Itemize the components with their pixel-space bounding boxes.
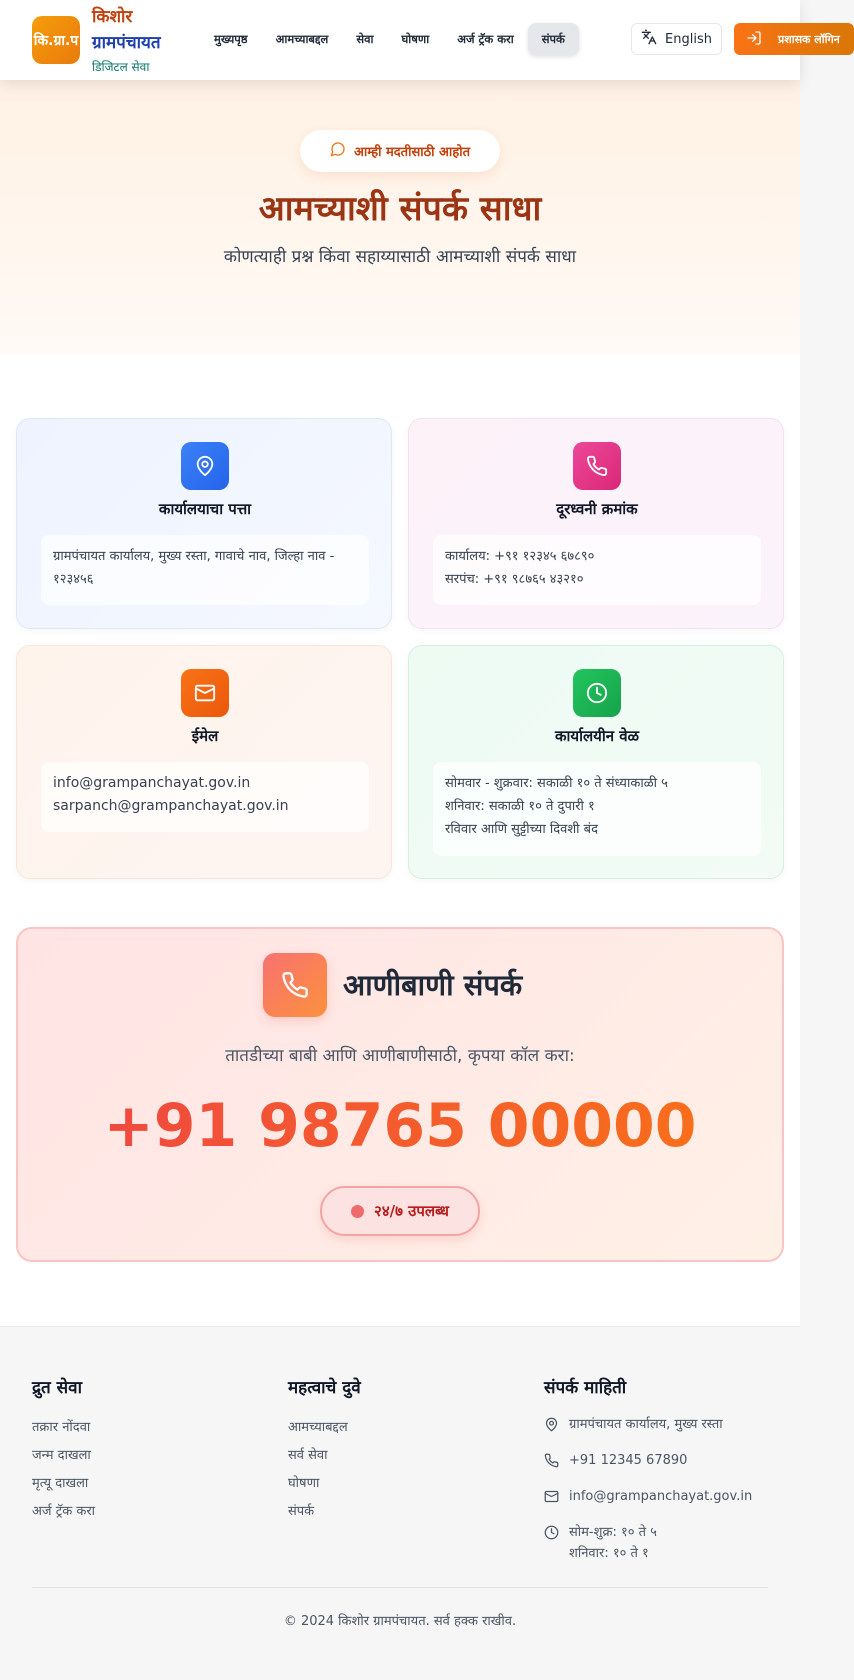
sarpanch-phone[interactable]: सरपंच: +९१ ९८७६५ ४३२१० [445,568,749,591]
phone-icon [573,442,621,490]
phone-card: दूरध्वनी क्रमांक कार्यालय: +९१ १२३४५ ६७८… [408,418,784,629]
site-footer: द्रुत सेवा तक्रार नोंदवा जन्म दाखला मृत्… [0,1326,800,1680]
availability-label: २४/७ उपलब्ध [374,1202,449,1220]
nav-item-about[interactable]: आमच्याबद्दल [262,23,343,55]
sarpanch-email[interactable]: sarpanch@grampanchayat.gov.in [53,795,357,818]
footer-quick-services: द्रुत सेवा तक्रार नोंदवा जन्म दाखला मृत्… [32,1375,95,1526]
email-card-title: ईमेल [191,727,219,745]
hours-line: सोमवार - शुक्रवार: सकाळी १० ते संध्याकाळ… [445,776,668,791]
footer-link-track-application[interactable]: अर्ज ट्रॅक करा [32,1498,95,1526]
brand-subtitle: डिजिटल सेवा [92,60,150,74]
address-card-body: ग्रामपंचायत कार्यालय, मुख्य रस्ता, गावाच… [41,535,369,605]
footer-phone-text[interactable]: +91 12345 67890 [569,1450,687,1471]
hours-line: रविवार आणि सुट्टीच्या दिवशी बंद [445,822,599,837]
availability-badge: २४/७ उपलब्ध [320,1186,480,1236]
mail-icon [181,669,229,717]
clock-icon [573,669,621,717]
office-hours-card-title: कार्यालयीन वेळ [554,727,640,745]
address-line: १२३४५६ [53,572,94,587]
emergency-phone-number[interactable]: +91 98765 00000 [18,1091,782,1161]
footer-link-file-complaint[interactable]: तक्रार नोंदवा [32,1414,95,1442]
hero-section: आम्ही मदतीसाठी आहोत आमच्याशी संपर्क साधा… [0,80,800,354]
map-pin-icon [544,1414,559,1439]
nav-item-services[interactable]: सेवा [342,23,387,55]
footer-address: ग्रामपंचायत कार्यालय, मुख्य रस्ता [544,1414,784,1439]
footer-link-birth-certificate[interactable]: जन्म दाखला [32,1442,95,1470]
logo-text: कि.ग्रा.प [33,32,79,49]
footer-link-about[interactable]: आमच्याबद्दल [288,1414,361,1442]
map-pin-icon [181,442,229,490]
page: कि.ग्रा.प किशोर ग्रामपंचायत डिजिटल सेवा … [0,0,854,1680]
footer-hours-text: सोम-शुक्र: १० ते ५ शनिवार: १० ते १ [569,1522,657,1564]
mail-icon [544,1486,559,1511]
brand-name[interactable]: किशोर ग्रामपंचायत [92,4,192,56]
page-subtitle: कोणत्याही प्रश्न किंवा सहाय्यासाठी आमच्य… [223,247,577,267]
footer-link-death-certificate[interactable]: मृत्यू दाखला [32,1470,95,1498]
phone-card-body: कार्यालय: +९१ १२३४५ ६७८९० सरपंच: +९१ ९८७… [433,535,761,605]
address-line: ग्रामपंचायत कार्यालय, मुख्य रस्ता, गावाच… [53,549,335,564]
status-dot-icon [351,1204,365,1218]
admin-login-button[interactable]: प्रशासक लॉगिन [734,23,854,55]
footer-hours-saturday: शनिवार: १० ते १ [569,1546,649,1561]
phone-icon [263,953,327,1017]
footer-address-text: ग्रामपंचायत कार्यालय, मुख्य रस्ता [569,1417,723,1432]
emergency-contact-section: आणीबाणी संपर्क तातडीच्या बाबी आणि आणीबाण… [16,927,784,1262]
language-toggle-button[interactable]: English [631,23,722,55]
footer-heading: संपर्क माहिती [544,1378,627,1398]
footer-contact-info: संपर्क माहिती ग्रामपंचायत कार्यालय, मुख्… [544,1375,784,1575]
clock-icon [544,1522,559,1547]
address-card-title: कार्यालयाचा पत्ता [158,500,252,518]
office-phone[interactable]: कार्यालय: +९१ १२३४५ ६७८९० [445,545,749,568]
office-hours-card: कार्यालयीन वेळ सोमवार - शुक्रवार: सकाळी … [408,645,784,879]
footer-important-links: महत्वाचे दुवे आमच्याबद्दल सर्व सेवा घोषण… [288,1375,361,1526]
footer-heading: द्रुत सेवा [32,1378,82,1398]
language-label: English [665,31,712,47]
brand-line-2: ग्रामपंचायत [92,33,161,53]
logo[interactable]: कि.ग्रा.प [32,16,80,64]
email-card: ईमेल info@grampanchayat.gov.in sarpanch@… [16,645,392,879]
hero-badge: आम्ही मदतीसाठी आहोत [300,130,500,172]
translate-icon [641,29,657,49]
phone-icon [544,1450,559,1475]
footer-hours-weekday: सोम-शुक्र: १० ते ५ [569,1525,657,1540]
login-icon [746,30,762,49]
nav-item-track-application[interactable]: अर्ज ट्रॅक करा [443,23,527,55]
copyright: © 2024 किशोर ग्रामपंचायत. सर्व हक्क राखी… [283,1614,517,1629]
footer-hours: सोम-शुक्र: १० ते ५ शनिवार: १० ते १ [544,1522,784,1564]
footer-heading: महत्वाचे दुवे [288,1378,361,1398]
nav-item-contact[interactable]: संपर्क [527,23,579,55]
footer-divider [32,1587,768,1588]
message-circle-icon [330,141,346,161]
footer-phone: +91 12345 67890 [544,1450,784,1475]
nav-item-announcements[interactable]: घोषणा [388,23,444,55]
brand-line-1: किशोर [92,7,133,27]
emergency-title: आणीबाणी संपर्क [343,968,523,1002]
page-title: आमच्याशी संपर्क साधा [258,189,542,229]
info-email[interactable]: info@grampanchayat.gov.in [53,772,357,795]
login-label: प्रशासक लॉगिन [778,32,840,46]
footer-link-contact[interactable]: संपर्क [288,1498,361,1526]
email-card-body: info@grampanchayat.gov.in sarpanch@gramp… [41,762,369,832]
address-card: कार्यालयाचा पत्ता ग्रामपंचायत कार्यालय, … [16,418,392,629]
footer-email-text[interactable]: info@grampanchayat.gov.in [569,1486,752,1507]
hours-line: शनिवार: सकाळी १० ते दुपारी १ [445,799,595,814]
footer-link-all-services[interactable]: सर्व सेवा [288,1442,361,1470]
footer-email: info@grampanchayat.gov.in [544,1486,784,1511]
emergency-description: तातडीच्या बाबी आणि आणीबाणीसाठी, कृपया कॉ… [225,1046,575,1066]
footer-link-announcements[interactable]: घोषणा [288,1470,361,1498]
main-nav: मुख्यपृष्ठ आमच्याबद्दल सेवा घोषणा अर्ज ट… [200,23,579,55]
office-hours-card-body: सोमवार - शुक्रवार: सकाळी १० ते संध्याकाळ… [433,762,761,856]
phone-card-title: दूरध्वनी क्रमांक [556,500,638,518]
site-header: कि.ग्रा.प किशोर ग्रामपंचायत डिजिटल सेवा … [0,0,854,80]
nav-item-home[interactable]: मुख्यपृष्ठ [200,23,262,55]
hero-badge-label: आम्ही मदतीसाठी आहोत [353,145,471,160]
